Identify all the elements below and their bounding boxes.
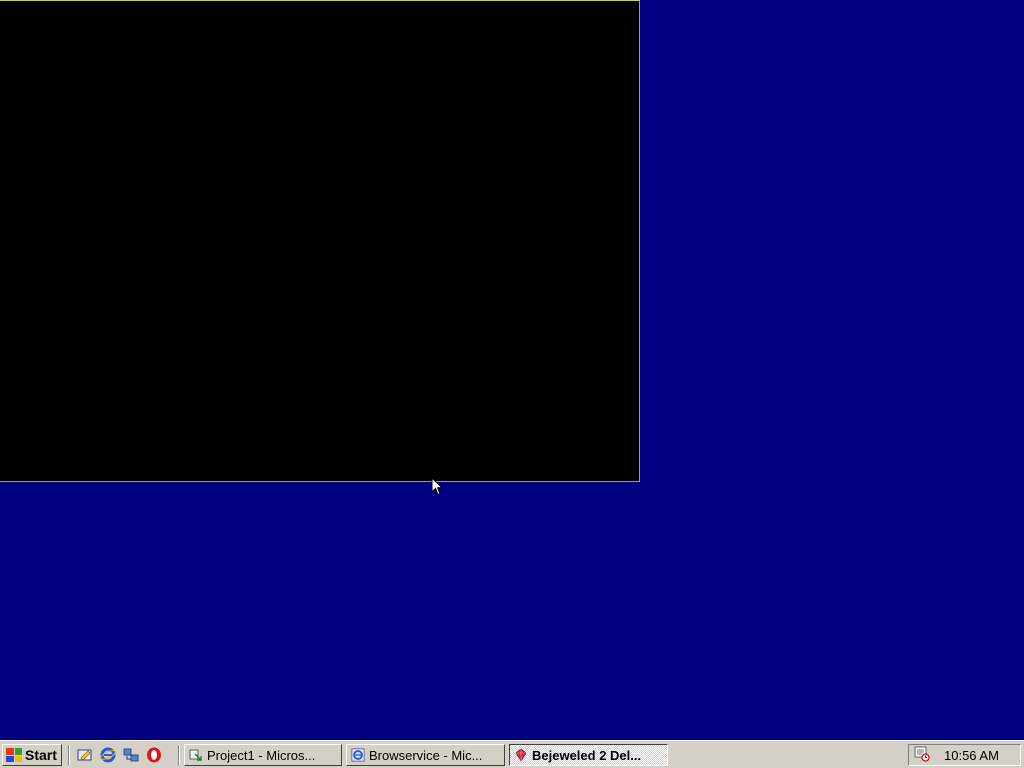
task-button-browservice[interactable]: Browservice - Mic... (346, 744, 505, 766)
task-button-project1[interactable]: Project1 - Micros... (184, 744, 342, 766)
scheduler-icon[interactable] (914, 746, 930, 765)
task-button-bejeweled[interactable]: Bejeweled 2 Del... (509, 744, 668, 766)
opera-icon[interactable] (145, 746, 162, 763)
task-label: Browservice - Mic... (369, 747, 483, 763)
vb-project-icon (189, 748, 203, 762)
start-button[interactable]: Start (2, 744, 62, 766)
taskbar-separator (68, 745, 70, 765)
bejeweled-gem-icon (514, 748, 528, 762)
desktop[interactable] (0, 0, 1024, 740)
network-icon[interactable] (122, 746, 139, 763)
taskbar-separator (178, 745, 180, 765)
taskbar: Start Project1 - Micros... Browservice -… (0, 740, 1024, 768)
clock[interactable]: 10:56 AM (944, 748, 999, 763)
show-desktop-icon[interactable] (76, 746, 93, 763)
bejeweled-game-window[interactable] (0, 0, 640, 482)
system-tray: 10:56 AM (908, 744, 1021, 766)
internet-explorer-icon[interactable] (99, 746, 116, 763)
windows-logo-icon (6, 748, 22, 762)
task-label: Project1 - Micros... (207, 747, 316, 763)
quick-launch-bar (76, 746, 162, 763)
internet-explorer-icon (351, 748, 365, 762)
mouse-pointer-icon (431, 477, 443, 496)
task-label: Bejeweled 2 Del... (532, 747, 642, 763)
start-label: Start (25, 747, 57, 763)
